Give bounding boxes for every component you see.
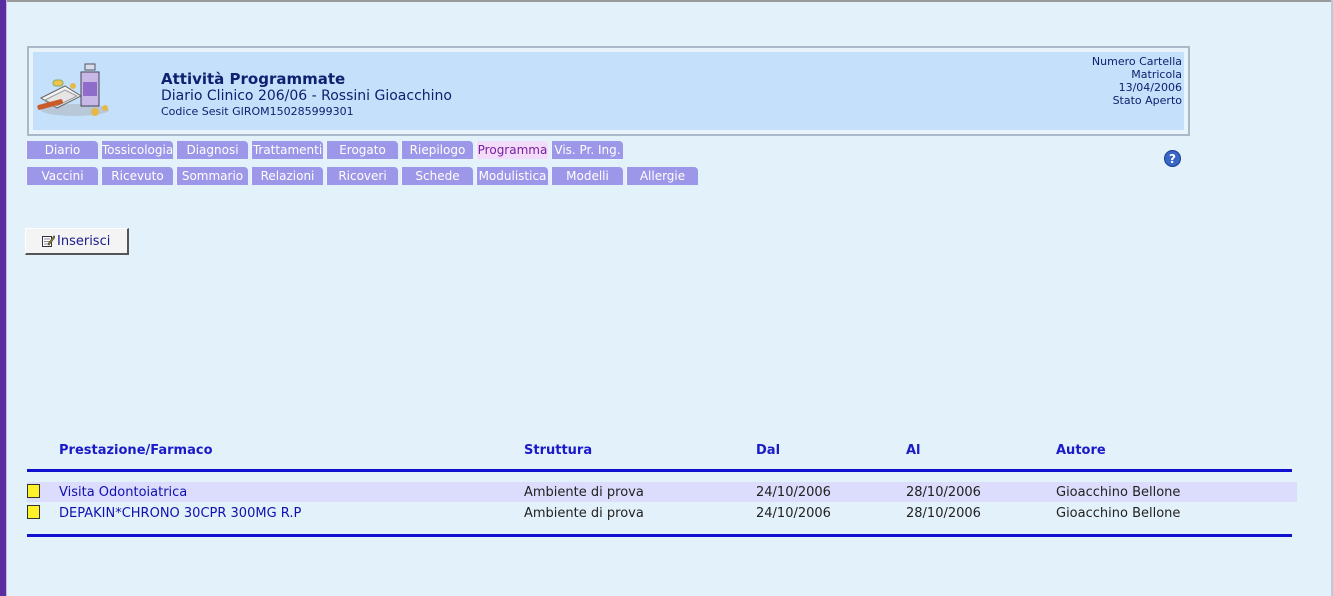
insert-button-label: Inserisci [57, 233, 111, 249]
page-title: Attività Programmate [161, 70, 346, 88]
record-info-date: 13/04/2006 [1118, 81, 1182, 94]
table-footer-rule [27, 534, 1292, 537]
insert-button[interactable]: Inserisci [25, 228, 129, 255]
cell-al: 28/10/2006 [906, 506, 981, 521]
tab-ricevuto[interactable]: Ricevuto [101, 167, 173, 185]
edit-note-icon [42, 235, 55, 247]
col-header-struttura[interactable]: Struttura [524, 443, 592, 458]
window-top-border [0, 0, 1333, 2]
tab-modulistica[interactable]: Modulistica [476, 167, 548, 185]
table-row[interactable]: DEPAKIN*CHRONO 30CPR 300MG R.P Ambiente … [27, 503, 1297, 523]
record-header-panel: Attività Programmate Diario Clinico 206/… [33, 52, 1184, 130]
medicine-bottle-pills-icon [37, 63, 109, 116]
tab-modelli[interactable]: Modelli [551, 167, 623, 185]
tab-erogato[interactable]: Erogato [326, 141, 398, 159]
sesit-code: Codice Sesit GIROM150285999301 [161, 105, 354, 118]
tab-diario[interactable]: Diario [26, 141, 98, 159]
cell-dal: 24/10/2006 [756, 485, 831, 500]
tab-ricoveri[interactable]: Ricoveri [326, 167, 398, 185]
cell-prestazione[interactable]: DEPAKIN*CHRONO 30CPR 300MG R.P [59, 506, 301, 521]
tab-allergie[interactable]: Allergie [626, 167, 698, 185]
tab-sommario[interactable]: Sommario [176, 167, 248, 185]
record-info-matricola: Matricola [1131, 68, 1182, 81]
cell-struttura: Ambiente di prova [524, 506, 644, 521]
row-marker[interactable] [27, 505, 40, 519]
cell-autore: Gioacchino Bellone [1056, 485, 1181, 500]
tab-diagnosi[interactable]: Diagnosi [176, 141, 248, 159]
col-header-autore[interactable]: Autore [1056, 443, 1106, 458]
col-header-al[interactable]: Al [906, 443, 921, 458]
tab-vaccini[interactable]: Vaccini [26, 167, 98, 185]
tab-riepilogo[interactable]: Riepilogo [401, 141, 473, 159]
tab-trattamenti[interactable]: Trattamenti [251, 141, 323, 159]
record-subtitle: Diario Clinico 206/06 - Rossini Gioacchi… [161, 88, 452, 104]
table-header-rule [27, 469, 1292, 472]
cell-struttura: Ambiente di prova [524, 485, 644, 500]
record-info-number: Numero Cartella [1091, 55, 1182, 68]
col-header-dal[interactable]: Dal [756, 443, 780, 458]
tab-programma[interactable]: Programma [476, 141, 548, 159]
cell-autore: Gioacchino Bellone [1056, 506, 1181, 521]
cell-prestazione[interactable]: Visita Odontoiatrica [59, 485, 187, 500]
tab-vis-pr-ing[interactable]: Vis. Pr. Ing. [551, 141, 623, 159]
help-icon[interactable]: ? [1164, 150, 1181, 167]
cell-al: 28/10/2006 [906, 485, 981, 500]
tab-tossicologia[interactable]: Tossicologia [101, 141, 173, 159]
cell-dal: 24/10/2006 [756, 506, 831, 521]
col-header-prestazione[interactable]: Prestazione/Farmaco [59, 443, 213, 458]
tab-relazioni[interactable]: Relazioni [251, 167, 323, 185]
record-header: Attività Programmate Diario Clinico 206/… [27, 46, 1190, 136]
tab-schede[interactable]: Schede [401, 167, 473, 185]
left-accent-bar [0, 0, 7, 596]
table-row[interactable]: Visita Odontoiatrica Ambiente di prova 2… [27, 482, 1297, 502]
row-marker[interactable] [27, 484, 40, 498]
record-info: Numero Cartella Matricola 13/04/2006 Sta… [1092, 55, 1182, 107]
record-info-status: Stato Aperto [1112, 94, 1182, 107]
